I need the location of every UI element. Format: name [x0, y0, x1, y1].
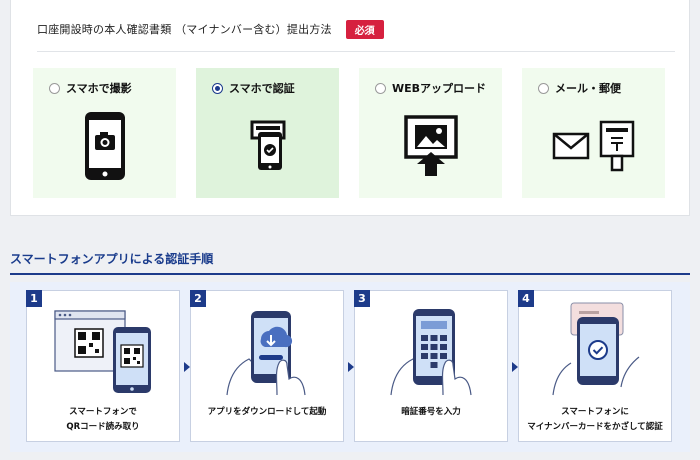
option-list: スマホで撮影 スマホで認証 WEBアップロード メール・郵便: [33, 68, 665, 198]
submission-method-panel: 口座開設時の本人確認書類 （マイナンバー含む）提出方法 必須 スマホで撮影 スマ…: [10, 0, 690, 216]
web-upload-icon: [359, 106, 502, 186]
option-smartphone-verify[interactable]: スマホで認証: [196, 68, 339, 198]
radio-web-upload[interactable]: [375, 82, 386, 94]
qr-scan-illustration: [27, 295, 179, 399]
question-label: 口座開設時の本人確認書類 （マイナンバー含む）提出方法: [37, 23, 332, 36]
radio-smartphone-photo[interactable]: [49, 82, 60, 94]
step-caption-line1: スマートフォンで: [69, 407, 137, 417]
phone-camera-icon: [33, 106, 176, 186]
step-caption-line1: 暗証番号を入力: [401, 407, 461, 417]
step-caption-line1: スマートフォンに: [561, 407, 629, 417]
phone-card-verify-icon: [196, 106, 339, 186]
mail-postbox-icon: [522, 106, 665, 186]
option-mail-post[interactable]: メール・郵便: [522, 68, 665, 198]
option-web-upload[interactable]: WEBアップロード: [359, 68, 502, 198]
step-caption: スマートフォンで QRコード読み取り: [27, 405, 179, 435]
option-label: メール・郵便: [555, 82, 621, 95]
step-caption: アプリをダウンロードして起動: [191, 405, 343, 420]
steps-section-title: スマートフォンアプリによる認証手順: [10, 252, 214, 266]
step-caption: スマートフォンに マイナンバーカードをかざして認証: [519, 405, 671, 435]
radio-smartphone-verify[interactable]: [212, 82, 223, 94]
option-label: WEBアップロード: [392, 82, 487, 95]
step-4: 4 スマートフォンに マイナンバーカードをかざして認証: [518, 290, 672, 442]
option-smartphone-photo[interactable]: スマホで撮影: [33, 68, 176, 198]
step-caption-line2: QRコード読み取り: [66, 422, 140, 432]
radio-mail-post[interactable]: [538, 82, 549, 94]
app-download-illustration: [191, 295, 343, 399]
option-label: スマホで撮影: [66, 82, 132, 95]
steps-container: 1 スマートフォンで QRコード読み取り 2 アプリをダウンロードして起動 3 …: [10, 282, 690, 452]
section-rule: [10, 273, 690, 275]
option-label: スマホで認証: [229, 82, 295, 95]
pin-entry-illustration: [355, 295, 507, 399]
step-3: 3 暗証番号を入力: [354, 290, 508, 442]
question-row: 口座開設時の本人確認書類 （マイナンバー含む）提出方法 必須: [37, 18, 384, 40]
step-caption: 暗証番号を入力: [355, 405, 507, 420]
step-1: 1 スマートフォンで QRコード読み取り: [26, 290, 180, 442]
divider: [37, 51, 675, 52]
step-2: 2 アプリをダウンロードして起動: [190, 290, 344, 442]
card-tap-illustration: [519, 295, 671, 399]
required-badge: 必須: [345, 19, 384, 39]
step-caption-line2: マイナンバーカードをかざして認証: [527, 422, 663, 432]
step-caption-line1: アプリをダウンロードして起動: [207, 407, 327, 417]
